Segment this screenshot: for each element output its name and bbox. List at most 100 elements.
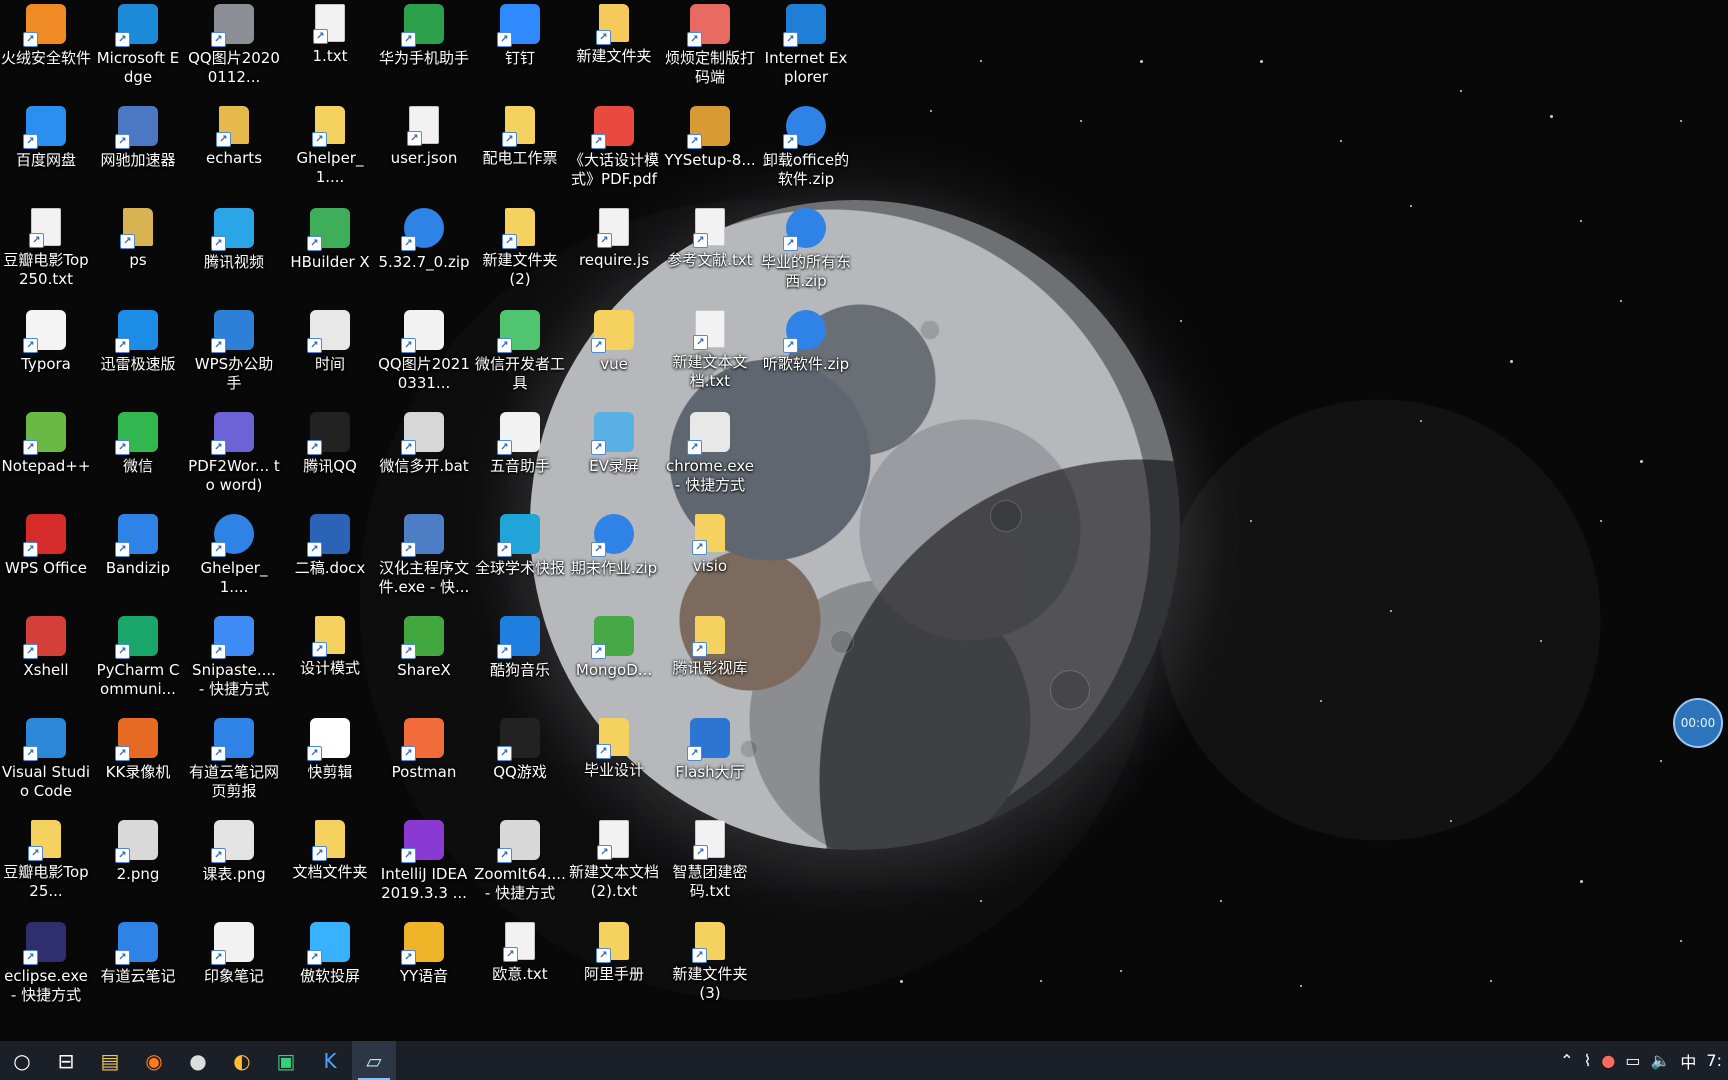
ime-indicator[interactable]: 中 <box>1680 1049 1696 1073</box>
desktop-icon[interactable]: ↗ QQ图片20210331... <box>378 306 470 406</box>
desktop-icon[interactable]: ↗ PDF2Wor... to word) <box>188 408 280 508</box>
desktop-icon[interactable]: ↗ 新建文本文档.txt <box>664 306 756 406</box>
desktop-icon[interactable]: ↗ 腾讯视频 <box>188 204 280 304</box>
desktop-icon[interactable]: ↗ vue <box>568 306 660 406</box>
desktop-icon[interactable]: ↗ MongoD... <box>568 612 660 712</box>
desktop-icon[interactable]: ↗ visio <box>664 510 756 610</box>
desktop-icon[interactable]: ↗ 听歌软件.zip <box>760 306 852 406</box>
desktop-icon[interactable]: ↗ 微信开发者工具 <box>474 306 566 406</box>
timer-bubble[interactable]: 00:00 <box>1673 698 1723 748</box>
desktop-icon[interactable]: ↗ 二稿.docx <box>284 510 376 610</box>
desktop-icon[interactable]: ↗ QQ游戏 <box>474 714 566 814</box>
taskbar-active-window-icon[interactable]: ▱ <box>352 1041 396 1080</box>
desktop-icon[interactable]: ↗ 课表.png <box>188 816 280 916</box>
desktop-icon[interactable]: ↗ PyCharm Communi... <box>92 612 184 712</box>
desktop-icon[interactable]: ↗ 2.png <box>92 816 184 916</box>
desktop-icon[interactable]: ↗ ZoomIt64.... - 快捷方式 <box>474 816 566 916</box>
taskbar-task-view-icon[interactable]: ⊟ <box>44 1041 88 1080</box>
desktop-icon[interactable]: ↗ 腾讯影视库 <box>664 612 756 712</box>
desktop-icon[interactable]: ↗ WPS办公助手 <box>188 306 280 406</box>
desktop-icon[interactable]: ↗ IntelliJ IDEA 2019.3.3 ... <box>378 816 470 916</box>
desktop-icon[interactable]: ↗ 配电工作票 <box>474 102 566 202</box>
desktop-icon[interactable]: ↗ 火绒安全软件 <box>0 0 92 100</box>
desktop-icon[interactable]: ↗ 毕业设计 <box>568 714 660 814</box>
desktop-icon[interactable]: ↗ 新建文本文档 (2).txt <box>568 816 660 916</box>
desktop-icon[interactable]: ↗ 期末作业.zip <box>568 510 660 610</box>
desktop-icon[interactable]: ↗ 有道云笔记 <box>92 918 184 1018</box>
desktop-icon[interactable]: ↗ Snipaste.... - 快捷方式 <box>188 612 280 712</box>
desktop-icon[interactable]: ↗ Ghelper_1.... <box>188 510 280 610</box>
desktop-icon[interactable]: ↗ 《大话设计模式》PDF.pdf <box>568 102 660 202</box>
wifi-icon[interactable]: ⌇ <box>1584 1051 1592 1070</box>
desktop-icon[interactable]: ↗ 快剪辑 <box>284 714 376 814</box>
desktop-icon[interactable]: ↗ 微信多开.bat <box>378 408 470 508</box>
desktop-icon[interactable]: ↗ require.js <box>568 204 660 304</box>
desktop-icon[interactable]: ↗ 毕业的所有东西.zip <box>760 204 852 304</box>
taskbar-start-search-icon[interactable]: ○ <box>0 1041 44 1080</box>
desktop-icon[interactable]: ↗ 卸载office的软件.zip <box>760 102 852 202</box>
desktop-icon[interactable]: ↗ QQ图片20200112... <box>188 0 280 100</box>
user-icon[interactable]: ● <box>1601 1051 1615 1070</box>
desktop-icon[interactable]: ↗ chrome.exe - 快捷方式 <box>664 408 756 508</box>
desktop-icon[interactable]: ↗ Postman <box>378 714 470 814</box>
desktop-icon[interactable]: ↗ 百度网盘 <box>0 102 92 202</box>
desktop-icon[interactable]: ↗ 参考文献.txt <box>664 204 756 304</box>
desktop-icon[interactable]: ↗ KK录像机 <box>92 714 184 814</box>
desktop-icon[interactable]: ↗ Microsoft Edge <box>92 0 184 100</box>
desktop-icon[interactable]: ↗ echarts <box>188 102 280 202</box>
desktop-icon[interactable]: ↗ Notepad++ <box>0 408 92 508</box>
taskbar-pycharm-icon[interactable]: ▣ <box>264 1041 308 1080</box>
desktop-icon[interactable]: ↗ Visual Studio Code <box>0 714 92 814</box>
desktop-icon[interactable]: ↗ 有道云笔记网页剪报 <box>188 714 280 814</box>
desktop-icon[interactable]: ↗ 1.txt <box>284 0 376 100</box>
desktop-icon[interactable]: ↗ Xshell <box>0 612 92 712</box>
taskbar-firefox-icon[interactable]: ◉ <box>132 1041 176 1080</box>
desktop-icon[interactable]: ↗ 傲软投屏 <box>284 918 376 1018</box>
desktop-icon[interactable]: ↗ ps <box>92 204 184 304</box>
clock-text[interactable]: 7: <box>1706 1051 1722 1070</box>
taskbar-chrome-icon[interactable]: ◐ <box>220 1041 264 1080</box>
desktop-icon[interactable]: ↗ 文档文件夹 <box>284 816 376 916</box>
desktop-icon[interactable]: ↗ 设计模式 <box>284 612 376 712</box>
desktop-icon[interactable]: ↗ Typora <box>0 306 92 406</box>
desktop-icon[interactable]: ↗ 印象笔记 <box>188 918 280 1018</box>
taskbar-file-explorer-icon[interactable]: ▤ <box>88 1041 132 1080</box>
desktop-icon[interactable]: ↗ user.json <box>378 102 470 202</box>
desktop-icon[interactable]: ↗ 欧意.txt <box>474 918 566 1018</box>
desktop-icon[interactable]: ↗ 五音助手 <box>474 408 566 508</box>
desktop-icon[interactable]: ↗ WPS Office <box>0 510 92 610</box>
desktop-icon[interactable]: ↗ 酷狗音乐 <box>474 612 566 712</box>
desktop-icon[interactable]: ↗ 豆瓣电影Top 25... <box>0 816 92 916</box>
desktop-icon[interactable]: ↗ 钉钉 <box>474 0 566 100</box>
desktop-icon[interactable]: ↗ 新建文件夹 (2) <box>474 204 566 304</box>
desktop-icon[interactable]: ↗ 豆瓣电影Top 250.txt <box>0 204 92 304</box>
desktop-icon[interactable]: ↗ YY语音 <box>378 918 470 1018</box>
desktop-icon[interactable]: ↗ Ghelper_1.... <box>284 102 376 202</box>
desktop-icon[interactable]: ↗ HBuilder X <box>284 204 376 304</box>
desktop-icon[interactable]: ↗ 迅雷极速版 <box>92 306 184 406</box>
desktop-icon[interactable]: ↗ 新建文件夹 (3) <box>664 918 756 1018</box>
volume-icon[interactable]: 🔈 <box>1650 1051 1670 1070</box>
desktop-icon[interactable]: ↗ Flash大厅 <box>664 714 756 814</box>
desktop-icon[interactable]: ↗ 5.32.7_0.zip <box>378 204 470 304</box>
desktop-icon[interactable]: ↗ 全球学术快报 <box>474 510 566 610</box>
desktop-icon[interactable]: ↗ 烦烦定制版打码端 <box>664 0 756 100</box>
desktop-icon[interactable]: ↗ eclipse.exe - 快捷方式 <box>0 918 92 1018</box>
desktop-icon[interactable]: ↗ 时间 <box>284 306 376 406</box>
desktop-icon[interactable]: ↗ 网驰加速器 <box>92 102 184 202</box>
desktop-icon[interactable]: ↗ Bandizip <box>92 510 184 610</box>
desktop-icon[interactable]: ↗ ShareX <box>378 612 470 712</box>
battery-icon[interactable]: ▭ <box>1625 1051 1640 1070</box>
desktop-icon[interactable]: ↗ 腾讯QQ <box>284 408 376 508</box>
desktop-icon[interactable]: ↗ 汉化主程序文件.exe - 快... <box>378 510 470 610</box>
taskbar-app-round-icon[interactable]: ● <box>176 1041 220 1080</box>
desktop-icon[interactable]: ↗ YYSetup-8... <box>664 102 756 202</box>
desktop-icon[interactable]: ↗ 阿里手册 <box>568 918 660 1018</box>
desktop-icon[interactable]: ↗ EV录屏 <box>568 408 660 508</box>
desktop-icon[interactable]: ↗ Internet Explorer <box>760 0 852 100</box>
desktop-icon[interactable]: ↗ 华为手机助手 <box>378 0 470 100</box>
desktop-icon[interactable]: ↗ 新建文件夹 <box>568 0 660 100</box>
show-hidden-icons-chevron-icon[interactable]: ⌃ <box>1560 1051 1573 1070</box>
desktop-icon[interactable]: ↗ 微信 <box>92 408 184 508</box>
desktop-icon[interactable]: ↗ 智慧团建密码.txt <box>664 816 756 916</box>
